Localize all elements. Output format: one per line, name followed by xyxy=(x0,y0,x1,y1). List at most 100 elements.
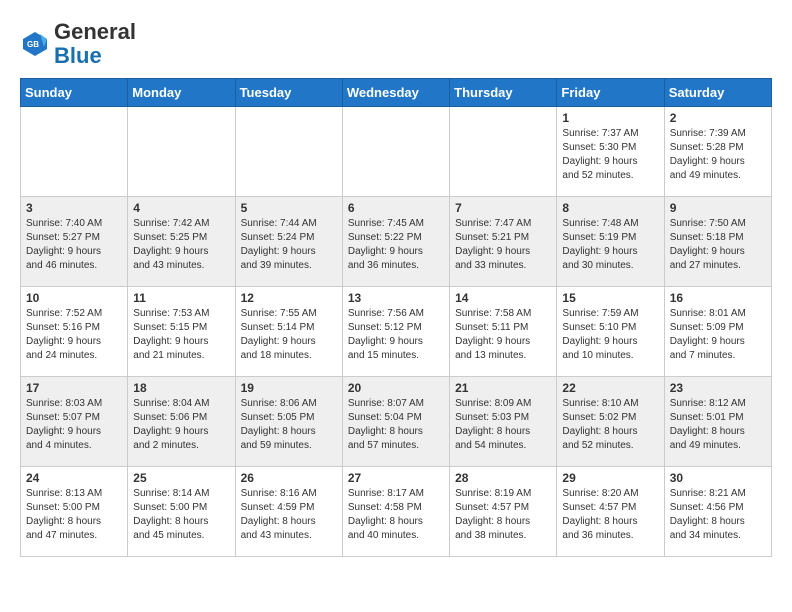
day-info: Sunrise: 7:52 AM Sunset: 5:16 PM Dayligh… xyxy=(26,307,122,363)
day-info: Sunrise: 7:56 AM Sunset: 5:12 PM Dayligh… xyxy=(348,307,444,363)
calendar-day-cell: 2Sunrise: 7:39 AM Sunset: 5:28 PM Daylig… xyxy=(664,107,771,197)
svg-text:GB: GB xyxy=(27,40,39,49)
calendar-day-cell: 17 Sunrise: 8:03 AM Sunset: 5:07 PM Dayli… xyxy=(21,377,128,467)
day-info: Sunrise: 8:13 AM Sunset: 5:00 PM Dayligh… xyxy=(26,487,122,543)
calendar-week-row: 3Sunrise: 7:40 AM Sunset: 5:27 PM Daylig… xyxy=(21,197,772,287)
calendar-day-cell xyxy=(342,107,449,197)
day-number: 18 xyxy=(133,381,229,395)
day-number: 24 xyxy=(26,471,122,485)
calendar-day-cell: 6Sunrise: 7:45 AM Sunset: 5:22 PM Daylig… xyxy=(342,197,449,287)
weekday-header-wednesday: Wednesday xyxy=(342,79,449,107)
day-number: 5 xyxy=(241,201,337,215)
day-info: Sunrise: 7:50 AM Sunset: 5:18 PM Dayligh… xyxy=(670,217,766,273)
calendar-day-cell: 9 Sunrise: 7:50 AM Sunset: 5:18 PM Daylig… xyxy=(664,197,771,287)
calendar-day-cell xyxy=(450,107,557,197)
calendar-day-cell: 12 Sunrise: 7:55 AM Sunset: 5:14 PM Dayli… xyxy=(235,287,342,377)
logo: GB General Blue xyxy=(20,20,136,68)
calendar-day-cell: 25 Sunrise: 8:14 AM Sunset: 5:00 PM Dayli… xyxy=(128,467,235,557)
day-number: 29 xyxy=(562,471,658,485)
day-number: 27 xyxy=(348,471,444,485)
day-number: 4 xyxy=(133,201,229,215)
logo-blue: Blue xyxy=(54,43,102,68)
calendar-day-cell: 29 Sunrise: 8:20 AM Sunset: 4:57 PM Dayli… xyxy=(557,467,664,557)
calendar-day-cell: 7 Sunrise: 7:47 AM Sunset: 5:21 PM Daylig… xyxy=(450,197,557,287)
weekday-header-monday: Monday xyxy=(128,79,235,107)
day-number: 9 xyxy=(670,201,766,215)
day-info: Sunrise: 7:44 AM Sunset: 5:24 PM Dayligh… xyxy=(241,217,337,273)
day-info: Sunrise: 7:42 AM Sunset: 5:25 PM Dayligh… xyxy=(133,217,229,273)
day-number: 13 xyxy=(348,291,444,305)
day-info: Sunrise: 8:14 AM Sunset: 5:00 PM Dayligh… xyxy=(133,487,229,543)
day-number: 17 xyxy=(26,381,122,395)
calendar-week-row: 24 Sunrise: 8:13 AM Sunset: 5:00 PM Dayli… xyxy=(21,467,772,557)
logo-general: General xyxy=(54,19,136,44)
day-info: Sunrise: 8:12 AM Sunset: 5:01 PM Dayligh… xyxy=(670,397,766,453)
day-info: Sunrise: 8:01 AM Sunset: 5:09 PM Dayligh… xyxy=(670,307,766,363)
calendar-week-row: 10 Sunrise: 7:52 AM Sunset: 5:16 PM Dayli… xyxy=(21,287,772,377)
calendar-day-cell: 14 Sunrise: 7:58 AM Sunset: 5:11 PM Dayli… xyxy=(450,287,557,377)
logo-icon: GB xyxy=(20,29,50,59)
calendar-day-cell: 22 Sunrise: 8:10 AM Sunset: 5:02 PM Dayli… xyxy=(557,377,664,467)
calendar-day-cell: 19 Sunrise: 8:06 AM Sunset: 5:05 PM Dayli… xyxy=(235,377,342,467)
calendar-day-cell xyxy=(128,107,235,197)
day-number: 8 xyxy=(562,201,658,215)
calendar-day-cell: 15 Sunrise: 7:59 AM Sunset: 5:10 PM Dayli… xyxy=(557,287,664,377)
day-info: Sunrise: 7:39 AM Sunset: 5:28 PM Dayligh… xyxy=(670,127,766,183)
day-info: Sunrise: 8:10 AM Sunset: 5:02 PM Dayligh… xyxy=(562,397,658,453)
day-info: Sunrise: 8:21 AM Sunset: 4:56 PM Dayligh… xyxy=(670,487,766,543)
day-info: Sunrise: 8:06 AM Sunset: 5:05 PM Dayligh… xyxy=(241,397,337,453)
calendar-header-row: SundayMondayTuesdayWednesdayThursdayFrid… xyxy=(21,79,772,107)
day-number: 7 xyxy=(455,201,551,215)
day-number: 12 xyxy=(241,291,337,305)
day-number: 26 xyxy=(241,471,337,485)
logo-text: General Blue xyxy=(54,20,136,68)
day-number: 10 xyxy=(26,291,122,305)
calendar-day-cell: 23Sunrise: 8:12 AM Sunset: 5:01 PM Dayli… xyxy=(664,377,771,467)
weekday-header-tuesday: Tuesday xyxy=(235,79,342,107)
calendar-day-cell: 11 Sunrise: 7:53 AM Sunset: 5:15 PM Dayli… xyxy=(128,287,235,377)
calendar-day-cell: 8Sunrise: 7:48 AM Sunset: 5:19 PM Daylig… xyxy=(557,197,664,287)
calendar-day-cell: 4 Sunrise: 7:42 AM Sunset: 5:25 PM Daylig… xyxy=(128,197,235,287)
calendar-day-cell: 18Sunrise: 8:04 AM Sunset: 5:06 PM Dayli… xyxy=(128,377,235,467)
day-number: 21 xyxy=(455,381,551,395)
day-info: Sunrise: 8:20 AM Sunset: 4:57 PM Dayligh… xyxy=(562,487,658,543)
day-number: 16 xyxy=(670,291,766,305)
day-info: Sunrise: 8:07 AM Sunset: 5:04 PM Dayligh… xyxy=(348,397,444,453)
calendar-table: SundayMondayTuesdayWednesdayThursdayFrid… xyxy=(20,78,772,557)
day-info: Sunrise: 7:47 AM Sunset: 5:21 PM Dayligh… xyxy=(455,217,551,273)
calendar-day-cell: 5 Sunrise: 7:44 AM Sunset: 5:24 PM Daylig… xyxy=(235,197,342,287)
day-info: Sunrise: 7:53 AM Sunset: 5:15 PM Dayligh… xyxy=(133,307,229,363)
day-number: 19 xyxy=(241,381,337,395)
day-info: Sunrise: 8:19 AM Sunset: 4:57 PM Dayligh… xyxy=(455,487,551,543)
calendar-day-cell xyxy=(21,107,128,197)
calendar-day-cell: 1Sunrise: 7:37 AM Sunset: 5:30 PM Daylig… xyxy=(557,107,664,197)
page-header: GB General Blue xyxy=(20,20,772,68)
day-info: Sunrise: 8:03 AM Sunset: 5:07 PM Dayligh… xyxy=(26,397,122,453)
weekday-header-sunday: Sunday xyxy=(21,79,128,107)
day-number: 15 xyxy=(562,291,658,305)
day-info: Sunrise: 7:45 AM Sunset: 5:22 PM Dayligh… xyxy=(348,217,444,273)
calendar-day-cell: 13 Sunrise: 7:56 AM Sunset: 5:12 PM Dayli… xyxy=(342,287,449,377)
calendar-day-cell: 30 Sunrise: 8:21 AM Sunset: 4:56 PM Dayli… xyxy=(664,467,771,557)
calendar-day-cell: 26 Sunrise: 8:16 AM Sunset: 4:59 PM Dayli… xyxy=(235,467,342,557)
day-number: 14 xyxy=(455,291,551,305)
day-number: 30 xyxy=(670,471,766,485)
calendar-day-cell: 21Sunrise: 8:09 AM Sunset: 5:03 PM Dayli… xyxy=(450,377,557,467)
calendar-day-cell: 27Sunrise: 8:17 AM Sunset: 4:58 PM Dayli… xyxy=(342,467,449,557)
day-number: 11 xyxy=(133,291,229,305)
day-info: Sunrise: 7:55 AM Sunset: 5:14 PM Dayligh… xyxy=(241,307,337,363)
calendar-day-cell: 16 Sunrise: 8:01 AM Sunset: 5:09 PM Dayli… xyxy=(664,287,771,377)
day-number: 22 xyxy=(562,381,658,395)
calendar-day-cell: 20 Sunrise: 8:07 AM Sunset: 5:04 PM Dayli… xyxy=(342,377,449,467)
calendar-day-cell: 24 Sunrise: 8:13 AM Sunset: 5:00 PM Dayli… xyxy=(21,467,128,557)
calendar-week-row: 1Sunrise: 7:37 AM Sunset: 5:30 PM Daylig… xyxy=(21,107,772,197)
day-info: Sunrise: 8:16 AM Sunset: 4:59 PM Dayligh… xyxy=(241,487,337,543)
weekday-header-saturday: Saturday xyxy=(664,79,771,107)
day-number: 25 xyxy=(133,471,229,485)
weekday-header-thursday: Thursday xyxy=(450,79,557,107)
day-number: 1 xyxy=(562,111,658,125)
day-info: Sunrise: 7:59 AM Sunset: 5:10 PM Dayligh… xyxy=(562,307,658,363)
day-info: Sunrise: 7:58 AM Sunset: 5:11 PM Dayligh… xyxy=(455,307,551,363)
calendar-week-row: 17 Sunrise: 8:03 AM Sunset: 5:07 PM Dayli… xyxy=(21,377,772,467)
day-number: 20 xyxy=(348,381,444,395)
